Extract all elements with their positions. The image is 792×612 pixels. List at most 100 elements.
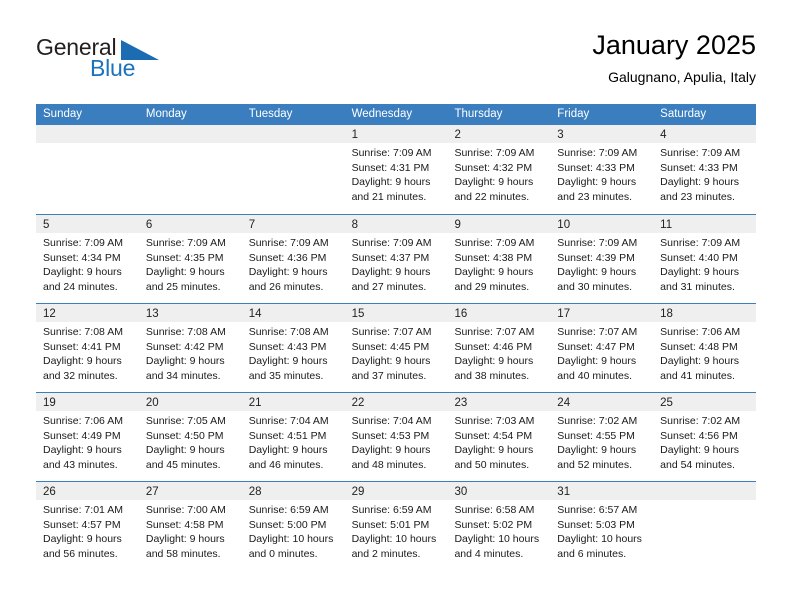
calendar-day-cell[interactable]: 28 Sunrise: 6:59 AM Sunset: 5:00 PM Dayligh…	[241, 482, 345, 570]
day-detail-line: Sunrise: 7:01 AM	[43, 504, 123, 516]
day-number: 8	[351, 219, 358, 231]
calendar-day-cell[interactable]: 4 Sunrise: 7:09 AM Sunset: 4:33 PM Daylight…	[653, 125, 757, 214]
day-detail-line: Sunset: 4:57 PM	[43, 518, 121, 531]
day-detail-line: Sunset: 4:33 PM	[557, 161, 635, 174]
calendar-day-cell[interactable]: 25 Sunrise: 7:02 AM Sunset: 4:56 PM Dayligh…	[653, 393, 757, 481]
day-detail-line: and 48 minutes.	[351, 458, 427, 471]
day-detail-text: Sunrise: 7:07 AM Sunset: 4:47 PM Daylight:…	[550, 322, 653, 383]
day-detail-line: Sunset: 4:51 PM	[248, 429, 327, 442]
day-number: 20	[145, 397, 159, 409]
day-detail-line: and 6 minutes.	[557, 547, 627, 560]
day-detail-line: Daylight: 9 hours	[145, 355, 225, 368]
day-detail-line: Daylight: 9 hours	[248, 266, 328, 279]
day-detail-text: Sunrise: 7:08 AM Sunset: 4:42 PM Daylight:…	[139, 322, 242, 383]
day-detail-line: Sunrise: 7:00 AM	[145, 504, 226, 516]
calendar-day-cell[interactable]: 23 Sunrise: 7:03 AM Sunset: 4:54 PM Dayligh…	[447, 393, 551, 481]
day-detail-text: Sunrise: 7:08 AM Sunset: 4:43 PM Daylight:…	[242, 322, 345, 383]
calendar-day-cell[interactable]: 3 Sunrise: 7:09 AM Sunset: 4:33 PM Daylight…	[550, 125, 654, 214]
calendar-day-cell[interactable]: 31 Sunrise: 6:57 AM Sunset: 5:03 PM Dayligh…	[550, 482, 654, 570]
day-detail-line: Sunrise: 7:07 AM	[557, 326, 638, 338]
day-detail-text: Sunrise: 7:06 AM Sunset: 4:49 PM Daylight:…	[36, 411, 139, 472]
calendar-day-cell[interactable]: 20 Sunrise: 7:05 AM Sunset: 4:50 PM Dayligh…	[138, 393, 242, 481]
day-detail-line: and 46 minutes.	[248, 458, 324, 471]
calendar-day-cell[interactable]: 29 Sunrise: 6:59 AM Sunset: 5:01 PM Dayligh…	[344, 482, 448, 570]
day-detail-text: Sunrise: 7:09 AM Sunset: 4:31 PM Daylight:…	[345, 143, 448, 204]
weekday-header-monday: Monday	[145, 108, 187, 120]
day-detail-line: Daylight: 9 hours	[43, 266, 122, 279]
day-detail-line: Daylight: 9 hours	[454, 355, 534, 368]
day-detail-line: Daylight: 9 hours	[145, 444, 225, 457]
day-number-band: 27	[138, 482, 242, 500]
calendar-day-cell[interactable]: 7 Sunrise: 7:09 AM Sunset: 4:36 PM Daylight…	[241, 215, 345, 303]
calendar-day-cell[interactable]: 17 Sunrise: 7:07 AM Sunset: 4:47 PM Dayligh…	[550, 304, 654, 392]
day-detail-line: Daylight: 9 hours	[145, 533, 225, 546]
location-subtitle: Galugnano, Apulia, Italy	[608, 69, 756, 85]
day-detail-text: Sunrise: 7:09 AM Sunset: 4:38 PM Daylight:…	[447, 233, 550, 294]
day-detail-line: Sunrise: 7:08 AM	[248, 326, 329, 338]
calendar-day-cell[interactable]: 14 Sunrise: 7:08 AM Sunset: 4:43 PM Dayligh…	[241, 304, 345, 392]
day-detail-line: Sunset: 4:58 PM	[145, 518, 224, 531]
day-detail-line: Sunrise: 7:02 AM	[660, 415, 741, 427]
calendar-day-cell[interactable]: 21 Sunrise: 7:04 AM Sunset: 4:51 PM Dayligh…	[241, 393, 345, 481]
day-number-band	[241, 125, 345, 143]
weekday-header-sunday: Sunday	[43, 108, 83, 120]
day-detail-line: Sunrise: 7:05 AM	[145, 415, 226, 427]
calendar-day-cell[interactable]: 8 Sunrise: 7:09 AM Sunset: 4:37 PM Daylight…	[344, 215, 448, 303]
day-detail-line: Daylight: 9 hours	[660, 355, 739, 368]
day-detail-text: Sunrise: 6:59 AM Sunset: 5:01 PM Daylight:…	[345, 500, 448, 561]
day-detail-line: Sunset: 5:03 PM	[557, 518, 635, 531]
calendar-day-cell[interactable]: 22 Sunrise: 7:04 AM Sunset: 4:53 PM Dayligh…	[344, 393, 448, 481]
calendar-day-cell[interactable]: 1 Sunrise: 7:09 AM Sunset: 4:31 PM Daylight…	[344, 125, 448, 214]
day-number: 13	[145, 308, 159, 320]
calendar-day-cell[interactable]: 30 Sunrise: 6:58 AM Sunset: 5:02 PM Dayligh…	[447, 482, 551, 570]
day-detail-text: Sunrise: 7:01 AM Sunset: 4:57 PM Daylight:…	[36, 500, 139, 561]
day-number: 28	[248, 486, 262, 498]
day-detail-line: Sunset: 4:37 PM	[351, 251, 430, 264]
day-number: 10	[557, 219, 571, 231]
calendar-day-cell[interactable]: 15 Sunrise: 7:07 AM Sunset: 4:45 PM Dayligh…	[344, 304, 448, 392]
day-detail-line: Sunset: 4:42 PM	[145, 340, 224, 353]
day-detail-line: Sunset: 4:40 PM	[660, 251, 738, 264]
day-detail-line: Daylight: 9 hours	[351, 176, 431, 189]
calendar-day-cell[interactable]: 2 Sunrise: 7:09 AM Sunset: 4:32 PM Daylight…	[447, 125, 551, 214]
page-title: January 2025	[592, 30, 756, 60]
calendar-day-cell[interactable]: 19 Sunrise: 7:06 AM Sunset: 4:49 PM Dayligh…	[36, 393, 139, 481]
day-number-band: 1	[344, 125, 448, 143]
day-number-band: 14	[241, 304, 345, 322]
calendar-day-cell[interactable]: 26 Sunrise: 7:01 AM Sunset: 4:57 PM Dayligh…	[36, 482, 139, 570]
weekday-header-thursday: Thursday	[454, 108, 503, 120]
calendar-day-cell[interactable]: 11 Sunrise: 7:09 AM Sunset: 4:40 PM Dayligh…	[653, 215, 757, 303]
day-number-band: 29	[344, 482, 448, 500]
calendar-day-cell[interactable]: 18 Sunrise: 7:06 AM Sunset: 4:48 PM Dayligh…	[653, 304, 757, 392]
day-detail-line: Sunset: 4:35 PM	[145, 251, 224, 264]
calendar-day-cell[interactable]: 16 Sunrise: 7:07 AM Sunset: 4:46 PM Dayligh…	[447, 304, 551, 392]
calendar-day-cell[interactable]: 10 Sunrise: 7:09 AM Sunset: 4:39 PM Dayligh…	[550, 215, 654, 303]
day-detail-line: and 30 minutes.	[557, 280, 633, 293]
day-number: 17	[557, 308, 571, 320]
day-detail-text: Sunrise: 7:05 AM Sunset: 4:50 PM Daylight:…	[139, 411, 242, 472]
general-blue-logo[interactable]: General Blue	[36, 34, 236, 90]
day-number: 4	[660, 129, 667, 141]
calendar-day-cell[interactable]: 12 Sunrise: 7:08 AM Sunset: 4:41 PM Dayligh…	[36, 304, 139, 392]
calendar-day-cell[interactable]: 6 Sunrise: 7:09 AM Sunset: 4:35 PM Daylight…	[138, 215, 242, 303]
day-number: 6	[145, 219, 153, 231]
day-number-band: 21	[241, 393, 345, 411]
day-detail-line: Sunset: 4:56 PM	[660, 429, 738, 442]
day-detail-line: Sunrise: 7:09 AM	[660, 147, 741, 159]
day-detail-line: Sunrise: 7:08 AM	[145, 326, 226, 338]
calendar-day-cell[interactable]: 27 Sunrise: 7:00 AM Sunset: 4:58 PM Dayligh…	[138, 482, 242, 570]
day-detail-text	[653, 500, 756, 503]
day-detail-line: and 56 minutes.	[43, 547, 118, 560]
calendar-day-cell[interactable]: 5 Sunrise: 7:09 AM Sunset: 4:34 PM Daylight…	[36, 215, 139, 303]
calendar-day-cell[interactable]: 13 Sunrise: 7:08 AM Sunset: 4:42 PM Dayligh…	[138, 304, 242, 392]
day-detail-line: Daylight: 9 hours	[248, 355, 328, 368]
day-detail-text: Sunrise: 7:02 AM Sunset: 4:55 PM Daylight:…	[550, 411, 653, 472]
day-number-band: 12	[36, 304, 139, 322]
calendar-cell-empty	[138, 125, 242, 214]
day-detail-line: Daylight: 10 hours	[351, 533, 437, 546]
calendar-day-cell[interactable]: 24 Sunrise: 7:02 AM Sunset: 4:55 PM Dayligh…	[550, 393, 654, 481]
day-detail-line: Daylight: 9 hours	[557, 444, 637, 457]
day-detail-line: Daylight: 9 hours	[145, 266, 225, 279]
day-detail-line: Daylight: 9 hours	[454, 176, 534, 189]
calendar-day-cell[interactable]: 9 Sunrise: 7:09 AM Sunset: 4:38 PM Daylight…	[447, 215, 551, 303]
